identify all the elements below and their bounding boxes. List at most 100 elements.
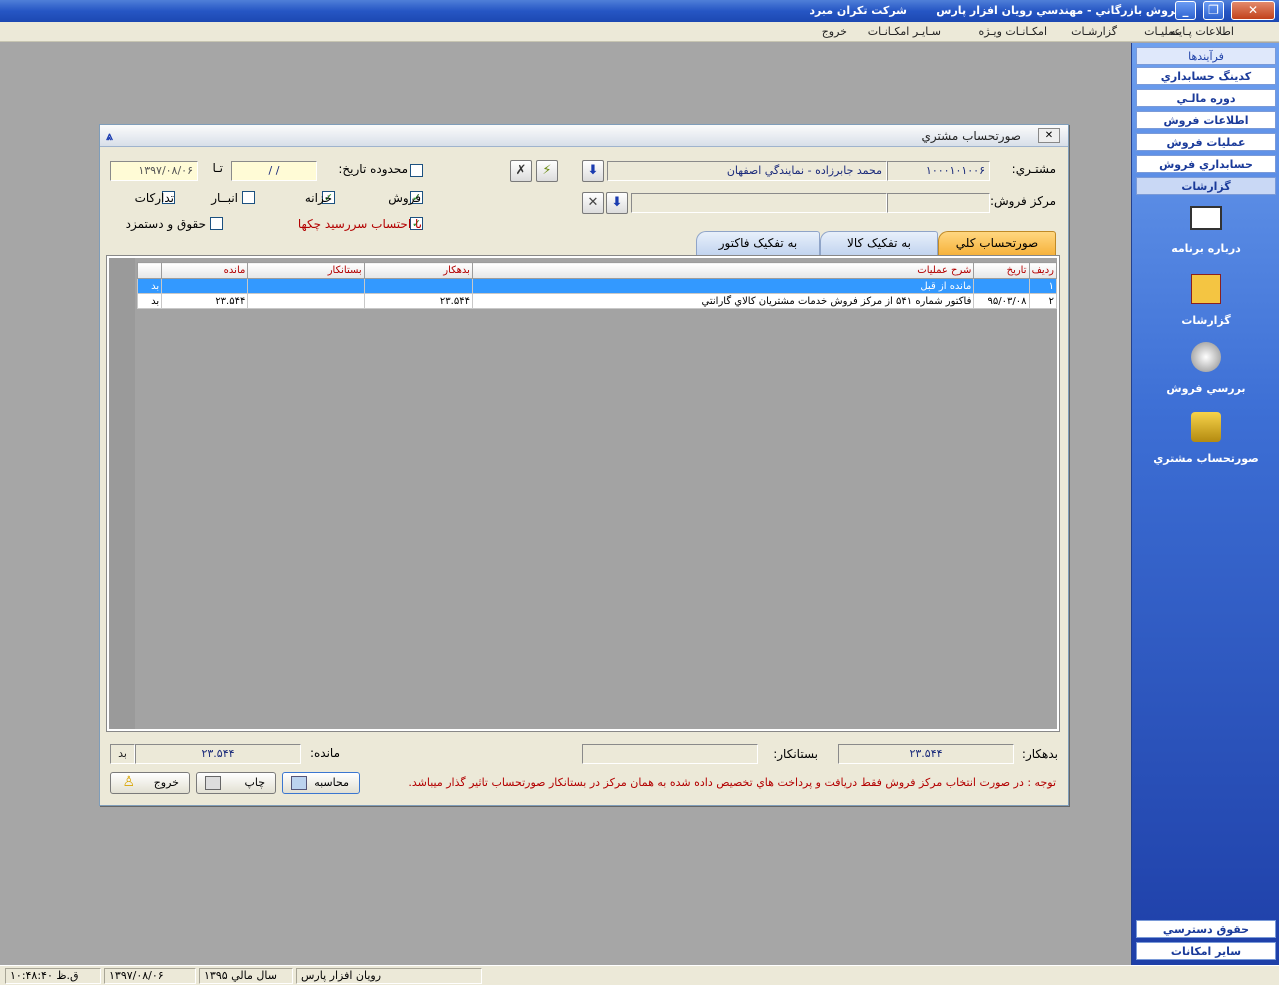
sales-label: فروش (388, 191, 421, 205)
col-description[interactable]: شرح عمليات (471, 262, 975, 279)
filter-icon[interactable]: ⚡ (536, 160, 558, 182)
nav-fiscal-period[interactable]: دوره مالـي (1136, 89, 1276, 107)
nav-sales-info[interactable]: اطلاعات فروش (1136, 111, 1276, 129)
nav-sales-accounting[interactable]: حسابداري فروش (1136, 155, 1276, 173)
customer-name-field[interactable]: محمد جابرزاده - نمايندگي اصفهان (607, 161, 887, 181)
col-balance[interactable]: مانده (161, 262, 249, 279)
cell-balance-type: بد (136, 293, 163, 309)
date-range-checkbox[interactable] (410, 164, 423, 177)
treasury-label: خزانه (304, 191, 332, 205)
cell-credit (247, 293, 365, 309)
col-row[interactable]: رديف (1028, 262, 1058, 279)
nav-accounting-coding[interactable]: کدينگ حسابداري (1136, 67, 1276, 85)
status-time: ق.ظ ۱۰:۴۸:۴۰ (5, 968, 101, 984)
customer-code-field[interactable]: ۱۰۰۰۱۰۱۰۰۶ (887, 161, 990, 181)
cell-balance (161, 278, 249, 294)
close-button[interactable]: ✕ (1231, 1, 1275, 20)
nav-about-item[interactable]: درباره برنامه (1132, 206, 1279, 255)
sales-review-icon (1191, 342, 1221, 372)
cell-balance-type: بد (136, 278, 163, 294)
nav-processes-header[interactable]: فرآيندها (1136, 47, 1276, 65)
nav-access-rights[interactable]: حقوق دسترسي (1136, 920, 1276, 938)
menu-exit[interactable]: خروج (822, 25, 847, 38)
calculate-button[interactable]: محاسبه (282, 772, 360, 794)
maximize-button[interactable]: ❐ (1203, 1, 1224, 20)
cell-balance: ۲۳.۵۴۴ (161, 293, 249, 309)
debit-label: بدهکار: (1021, 747, 1058, 761)
exit-person-icon: ♙ (122, 774, 135, 790)
clear-center-button[interactable]: ✕ (582, 192, 604, 214)
cell-row: ۲ (1028, 293, 1058, 309)
credit-label: بستانکار: (773, 747, 818, 761)
app-logo-icon: ⩓ (106, 129, 113, 143)
cell-description: فاکتور شماره ۵۴۱ از مرکز فروش خدمات مشتر… (471, 293, 975, 309)
balance-type-field: بد (110, 744, 135, 764)
menu-bar: اطلاعات پـايـه عمليـات گزارشـات امکـانـا… (0, 22, 1279, 42)
date-range-label: محدوده تاريخ: (338, 162, 408, 176)
statement-table: رديف تاريخ شرح عمليات بدهکار بستانکار ما… (136, 262, 1058, 309)
grid-row-indicator (109, 258, 135, 729)
tab-by-invoice[interactable]: به تفکيک فاکتور (696, 231, 820, 255)
dialog-close-button[interactable]: ✕ (1038, 128, 1060, 143)
center-code-field[interactable] (887, 193, 990, 213)
to-label: تـا (212, 161, 223, 175)
statement-grid: رديف تاريخ شرح عمليات بدهکار بستانکار ما… (106, 255, 1060, 732)
col-date[interactable]: تاريخ (973, 262, 1030, 279)
payroll-label: حقوق و دستمزد (125, 217, 206, 231)
nav-reports-item[interactable]: گزارشات (1132, 274, 1279, 327)
table-row[interactable]: ۲ ۹۵/۰۳/۰۸ فاکتور شماره ۵۴۱ از مرکز فروش… (136, 293, 1058, 309)
customer-statement-dialog: ⩓ صورتحساب مشتري ✕ مشتـري: ۱۰۰۰۱۰۱۰۰۶ مح… (99, 124, 1069, 806)
nav-other-features[interactable]: ساير امکانات (1136, 942, 1276, 960)
warehouse-checkbox[interactable] (242, 191, 255, 204)
menu-operations[interactable]: عمليـات (1144, 25, 1181, 38)
procurement-label: تدارکات (134, 191, 174, 205)
status-date: ۱۳۹۷/۰۸/۰۶ (104, 968, 196, 984)
about-icon (1190, 206, 1222, 230)
reports-icon (1191, 274, 1221, 304)
dialog-title-bar: ⩓ صورتحساب مشتري ✕ (100, 125, 1068, 147)
menu-special[interactable]: امکـانـات ويـژه (978, 25, 1047, 38)
print-button[interactable]: چاپ (196, 772, 276, 794)
col-debit[interactable]: بدهکار (363, 262, 473, 279)
center-name-field[interactable] (631, 193, 887, 213)
nav-customer-statement-item[interactable]: صورتحساب مشتري (1132, 412, 1279, 465)
tab-general-statement[interactable]: صورتحساب کلي (938, 231, 1056, 255)
payroll-checkbox[interactable] (210, 217, 223, 230)
warehouse-label: انبــار (211, 191, 238, 205)
col-credit[interactable]: بستانکار (247, 262, 365, 279)
status-app: رويان افزار پارس (296, 968, 482, 984)
note-text: توجه : در صورت انتخاب مرکز فروش فقط دريا… (408, 776, 1056, 789)
nav-sales-operations[interactable]: عمليات فروش (1136, 133, 1276, 151)
calculator-icon (291, 776, 307, 790)
center-label: مرکز فروش: (989, 194, 1056, 208)
nav-reports[interactable]: گزارشات (1136, 177, 1276, 195)
customer-lookup-button[interactable]: ⬇ (582, 160, 604, 182)
cell-debit (363, 278, 473, 294)
date-from-field[interactable]: / / (231, 161, 317, 181)
status-fiscal-year: سال مالي ۱۳۹۵ (199, 968, 293, 984)
menu-reports[interactable]: گزارشـات (1071, 25, 1117, 38)
clear-filter-icon[interactable]: ✗ (510, 160, 532, 182)
tab-by-item[interactable]: به تفکيک کالا (820, 231, 938, 255)
printer-icon (205, 776, 221, 790)
customer-statement-icon (1191, 412, 1221, 442)
side-navigation: ⊥ فرآيندها کدينگ حسابداري دوره مالـي اطل… (1131, 43, 1279, 965)
debit-total-field: ۲۳.۵۴۴ (838, 744, 1014, 764)
balance-label: مانده: (309, 746, 340, 760)
nav-sales-review-item[interactable]: بررسي فروش (1132, 342, 1279, 395)
minimize-button[interactable]: _ (1175, 1, 1196, 20)
cell-debit: ۲۳.۵۴۴ (363, 293, 473, 309)
cell-date: ۹۵/۰۳/۰۸ (973, 293, 1030, 309)
table-row[interactable]: ۱ مانده از قبل بد (136, 278, 1058, 294)
credit-total-field (582, 744, 758, 764)
dialog-title: صورتحساب مشتري (921, 129, 1021, 143)
date-to-field[interactable]: ۱۳۹۷/۰۸/۰۶ (110, 161, 198, 181)
exit-button[interactable]: ♙ خروج (110, 772, 190, 794)
include-checks-label: با احتساب سررسيد چکها (297, 217, 422, 231)
center-lookup-button[interactable]: ⬇ (606, 192, 628, 214)
cell-description: مانده از قبل (471, 278, 975, 294)
col-balance-type[interactable] (136, 262, 163, 279)
menu-other[interactable]: سـايـر امکـانـات (868, 25, 941, 38)
window-title: فروش بازرگاني - مهندسي رويان افزار پارس (936, 4, 1182, 17)
cell-date (973, 278, 1030, 294)
